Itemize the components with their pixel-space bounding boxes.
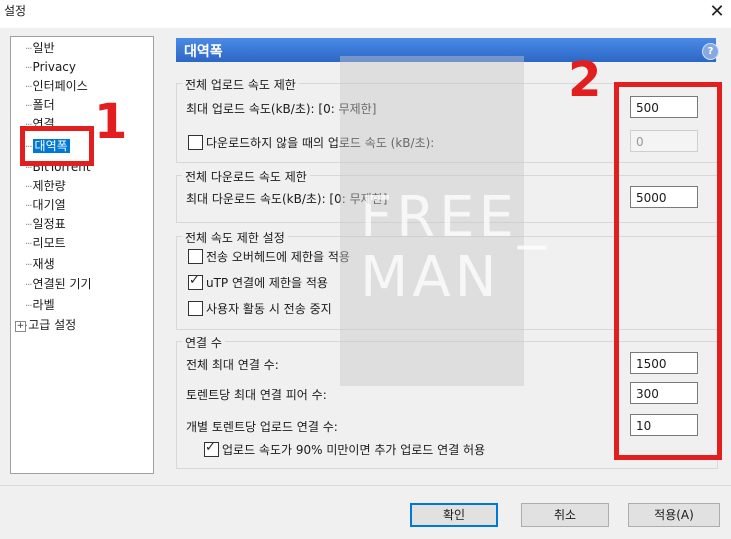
apply-button[interactable]: 적용(A) xyxy=(628,503,720,527)
watermark-line-2: MAN xyxy=(360,245,501,310)
upload-slots-label: 개별 토렌트당 업로드 연결 수: xyxy=(186,420,338,434)
cancel-button[interactable]: 취소 xyxy=(521,503,609,527)
extra-slots-checkbox[interactable] xyxy=(204,440,219,457)
tree-item-scheduler[interactable]: ···일정표 xyxy=(25,215,66,233)
tree-item-privacy[interactable]: ···Privacy xyxy=(25,58,76,76)
tree-item-folders[interactable]: ···폴더 xyxy=(25,96,55,114)
peers-per-torrent-label: 토렌트당 최대 연결 피어 수: xyxy=(186,388,327,402)
alt-upload-checkbox[interactable] xyxy=(188,135,203,150)
annotation-number-2: 2 xyxy=(568,52,602,108)
tree-item-labels[interactable]: ···라벨 xyxy=(25,296,55,314)
button-separator xyxy=(0,485,731,486)
title-bar: 설정 ✕ xyxy=(0,0,731,28)
ok-button[interactable]: 확인 xyxy=(410,503,498,527)
annotation-number-1: 1 xyxy=(94,94,128,150)
global-group-title: 전체 속도 제한 설정 xyxy=(182,229,288,246)
utp-label: uTP 연결에 제한을 적용 xyxy=(206,276,328,290)
download-group-title: 전체 다운로드 속도 제한 xyxy=(182,168,310,185)
tree-item-interface[interactable]: ···인터페이스 xyxy=(25,77,88,95)
upload-group-title: 전체 업로드 속도 제한 xyxy=(182,76,299,93)
tree-item-general[interactable]: ···일반 xyxy=(25,39,55,57)
tree-item-queueing[interactable]: ···대기열 xyxy=(25,196,66,214)
annotation-box-1 xyxy=(20,126,94,166)
overhead-checkbox[interactable] xyxy=(188,249,203,264)
extra-slots-label: 업로드 속도가 90% 미만이면 추가 업로드 연결 허용 xyxy=(222,443,486,457)
window-title: 설정 xyxy=(4,4,27,18)
stop-on-activity-checkbox[interactable] xyxy=(188,301,203,316)
watermark-text: FREE_ MAN xyxy=(360,190,550,306)
annotation-box-2 xyxy=(614,82,722,460)
connections-group-title: 연결 수 xyxy=(182,334,225,351)
tree-item-remote[interactable]: ···리모트 xyxy=(25,234,66,252)
stop-on-activity-label: 사용자 활동 시 전송 중지 xyxy=(206,302,332,316)
help-icon[interactable]: ? xyxy=(702,43,719,60)
utp-checkbox[interactable] xyxy=(188,273,203,290)
tree-item-transfer-cap[interactable]: ···제한량 xyxy=(25,177,66,195)
panel-title: 대역폭 xyxy=(184,44,223,60)
max-connections-label: 전체 최대 연결 수: xyxy=(186,358,279,372)
watermark-line-1: FREE_ xyxy=(360,185,550,250)
close-icon[interactable]: ✕ xyxy=(704,0,730,24)
tree-item-playback[interactable]: ···재생 xyxy=(25,255,55,273)
tree-item-advanced[interactable]: ·고급 설정 xyxy=(25,316,76,334)
settings-tree: ···일반 ···Privacy ···인터페이스 ···폴더 ···연결 ··… xyxy=(10,36,154,474)
tree-item-paired-devices[interactable]: ···연결된 기기 xyxy=(25,275,92,293)
overhead-label: 전송 오버헤드에 제한을 적용 xyxy=(206,250,350,264)
